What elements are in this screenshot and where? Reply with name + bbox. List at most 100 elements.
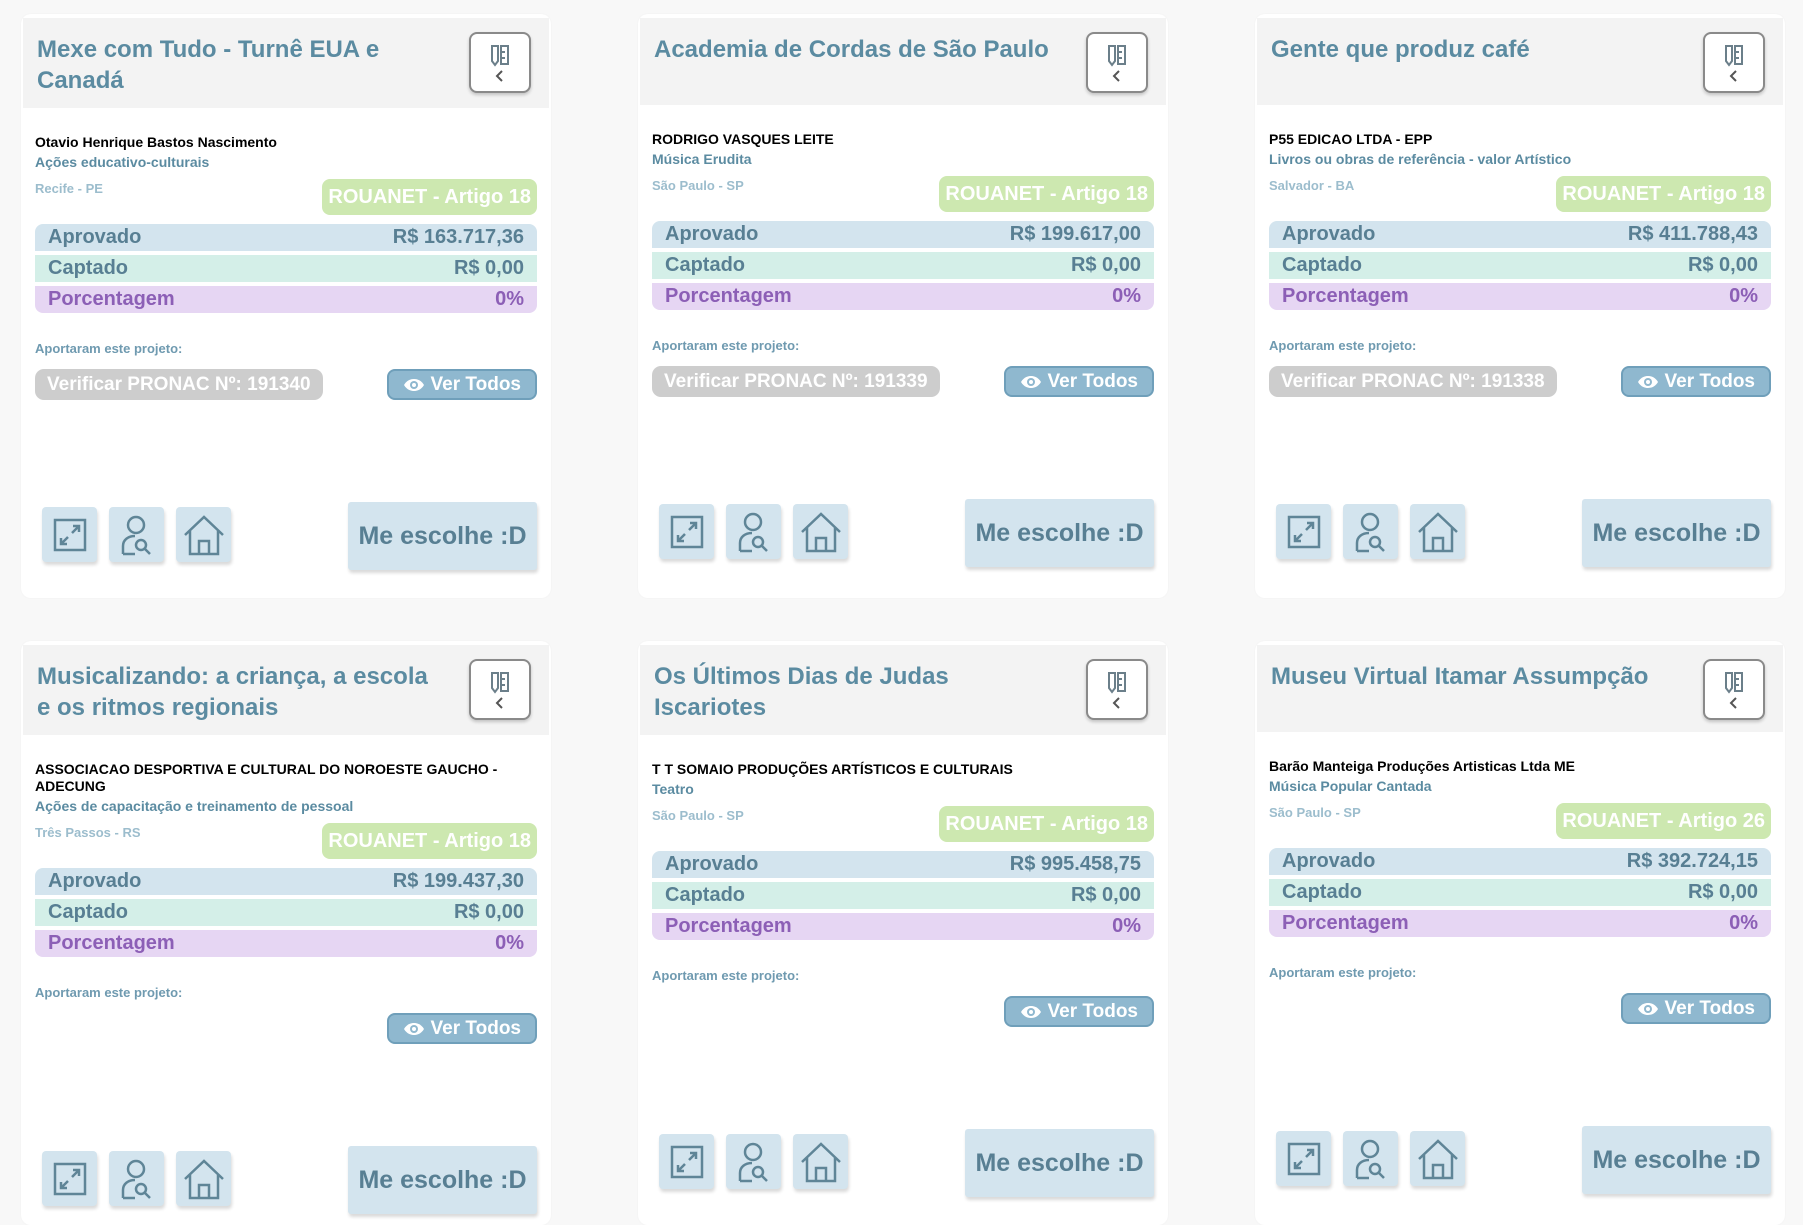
expand-button[interactable] — [1276, 504, 1331, 559]
project-title: Gente que produz café — [1271, 36, 1530, 63]
project-card: Os Últimos Dias de Judas Iscariotes T T … — [638, 641, 1168, 1225]
law-badge: ROUANET - Artigo 18 — [939, 176, 1154, 212]
contributors-label: Aportaram este projeto: — [652, 968, 800, 983]
law-badge: ROUANET - Artigo 18 — [1556, 176, 1771, 212]
expand-button[interactable] — [42, 507, 97, 562]
user-search-button[interactable] — [1343, 504, 1398, 559]
ver-todos-button[interactable]: Ver Todos — [386, 1013, 537, 1044]
project-category: Ações de capacitação e treinamento de pe… — [35, 798, 354, 814]
row-captado: Captado R$ 0,00 — [35, 255, 537, 282]
toggle-details-button[interactable] — [1086, 32, 1148, 93]
value: R$ 995.458,75 — [1009, 853, 1141, 875]
user-search-button[interactable] — [109, 507, 164, 562]
home-button[interactable] — [1410, 1131, 1465, 1186]
value: R$ 0,00 — [1687, 881, 1758, 903]
home-button[interactable] — [793, 504, 848, 559]
project-card: Musicalizando: a criança, a escola e os … — [21, 641, 551, 1225]
project-card: Museu Virtual Itamar Assumpção Barão Man… — [1255, 641, 1785, 1225]
user-search-button[interactable] — [109, 1151, 164, 1206]
eye-icon — [1637, 1002, 1658, 1015]
row-porcentagem: Porcentagem 0% — [652, 913, 1154, 940]
law-badge: ROUANET - Artigo 26 — [1556, 803, 1771, 839]
ver-todos-button[interactable]: Ver Todos — [386, 369, 537, 400]
label: Porcentagem — [1282, 285, 1409, 307]
toggle-details-button[interactable] — [469, 659, 531, 720]
funding-table: Aprovado R$ 995.458,75 Captado R$ 0,00 Por… — [652, 851, 1154, 944]
ver-todos-label: Ver Todos — [430, 1017, 521, 1039]
project-location: São Paulo - SP — [652, 808, 744, 823]
ver-todos-button[interactable]: Ver Todos — [1620, 366, 1771, 397]
label: Captado — [665, 254, 745, 276]
label: Captado — [48, 257, 128, 279]
label: Aprovado — [1282, 850, 1376, 872]
user-search-button[interactable] — [726, 504, 781, 559]
toggle-details-button[interactable] — [469, 32, 531, 93]
me-escolhe-button[interactable]: Me escolhe :D — [1582, 1126, 1771, 1194]
expand-button[interactable] — [659, 1134, 714, 1189]
proponent-name: Otavio Henrique Bastos Nascimento — [35, 134, 277, 150]
row-porcentagem: Porcentagem 0% — [35, 286, 537, 313]
book-pencil-icon — [1725, 671, 1743, 694]
value: 0% — [1729, 285, 1758, 307]
verify-pronac-button[interactable]: Verificar PRONAC Nº: 191339 — [652, 366, 940, 397]
verify-pronac-button[interactable]: Verificar PRONAC Nº: 191340 — [35, 369, 323, 400]
value: R$ 163.717,36 — [392, 226, 524, 248]
chevron-left-icon — [1729, 69, 1737, 82]
user-search-button[interactable] — [1343, 1131, 1398, 1186]
home-button[interactable] — [176, 507, 231, 562]
me-escolhe-button[interactable]: Me escolhe :D — [348, 502, 537, 570]
toggle-details-button[interactable] — [1703, 659, 1765, 720]
card-header: Academia de Cordas de São Paulo — [640, 18, 1166, 105]
ver-todos-label: Ver Todos — [1047, 1000, 1138, 1022]
row-aprovado: Aprovado R$ 995.458,75 — [652, 851, 1154, 878]
contributors-label: Aportaram este projeto: — [1269, 965, 1417, 980]
home-button[interactable] — [1410, 504, 1465, 559]
expand-icon — [53, 1162, 86, 1195]
me-escolhe-button[interactable]: Me escolhe :D — [348, 1146, 537, 1214]
label: Porcentagem — [1282, 912, 1409, 934]
me-escolhe-button[interactable]: Me escolhe :D — [965, 1129, 1154, 1197]
expand-button[interactable] — [1276, 1131, 1331, 1186]
label: Aprovado — [665, 853, 759, 875]
label: Aprovado — [665, 223, 759, 245]
toggle-details-button[interactable] — [1703, 32, 1765, 93]
row-porcentagem: Porcentagem 0% — [652, 283, 1154, 310]
proponent-name: RODRIGO VASQUES LEITE — [652, 131, 834, 147]
project-location: Recife - PE — [35, 181, 103, 196]
me-escolhe-button[interactable]: Me escolhe :D — [965, 499, 1154, 567]
row-porcentagem: Porcentagem 0% — [1269, 910, 1771, 937]
expand-icon — [53, 518, 86, 551]
home-button[interactable] — [176, 1151, 231, 1206]
home-icon — [800, 511, 841, 552]
me-escolhe-button[interactable]: Me escolhe :D — [1582, 499, 1771, 567]
home-icon — [183, 1158, 224, 1199]
row-aprovado: Aprovado R$ 199.437,30 — [35, 868, 537, 895]
home-button[interactable] — [793, 1134, 848, 1189]
project-location: Salvador - BA — [1269, 178, 1355, 193]
project-category: Teatro — [652, 781, 694, 797]
contributors-label: Aportaram este projeto: — [1269, 338, 1417, 353]
row-aprovado: Aprovado R$ 163.717,36 — [35, 224, 537, 251]
ver-todos-button[interactable]: Ver Todos — [1003, 996, 1154, 1027]
toggle-details-button[interactable] — [1086, 659, 1148, 720]
user-search-icon — [738, 1142, 768, 1182]
expand-button[interactable] — [42, 1151, 97, 1206]
label: Captado — [1282, 881, 1362, 903]
proponent-name: ASSOCIACAO DESPORTIVA E CULTURAL DO NORO… — [35, 761, 498, 794]
label: Aprovado — [48, 226, 142, 248]
value: 0% — [495, 932, 524, 954]
user-search-button[interactable] — [726, 1134, 781, 1189]
card-header: Musicalizando: a criança, a escola e os … — [23, 645, 549, 735]
proponent-name: P55 EDICAO LTDA - EPP — [1269, 131, 1433, 147]
row-aprovado: Aprovado R$ 392.724,15 — [1269, 848, 1771, 875]
value: R$ 0,00 — [453, 257, 524, 279]
ver-todos-button[interactable]: Ver Todos — [1003, 366, 1154, 397]
ver-todos-button[interactable]: Ver Todos — [1620, 993, 1771, 1024]
book-pencil-icon — [491, 44, 509, 67]
row-captado: Captado R$ 0,00 — [1269, 252, 1771, 279]
expand-button[interactable] — [659, 504, 714, 559]
verify-pronac-button[interactable]: Verificar PRONAC Nº: 191338 — [1269, 366, 1557, 397]
project-location: Três Passos - RS — [35, 825, 141, 840]
book-pencil-icon — [1725, 44, 1743, 67]
label: Captado — [48, 901, 128, 923]
